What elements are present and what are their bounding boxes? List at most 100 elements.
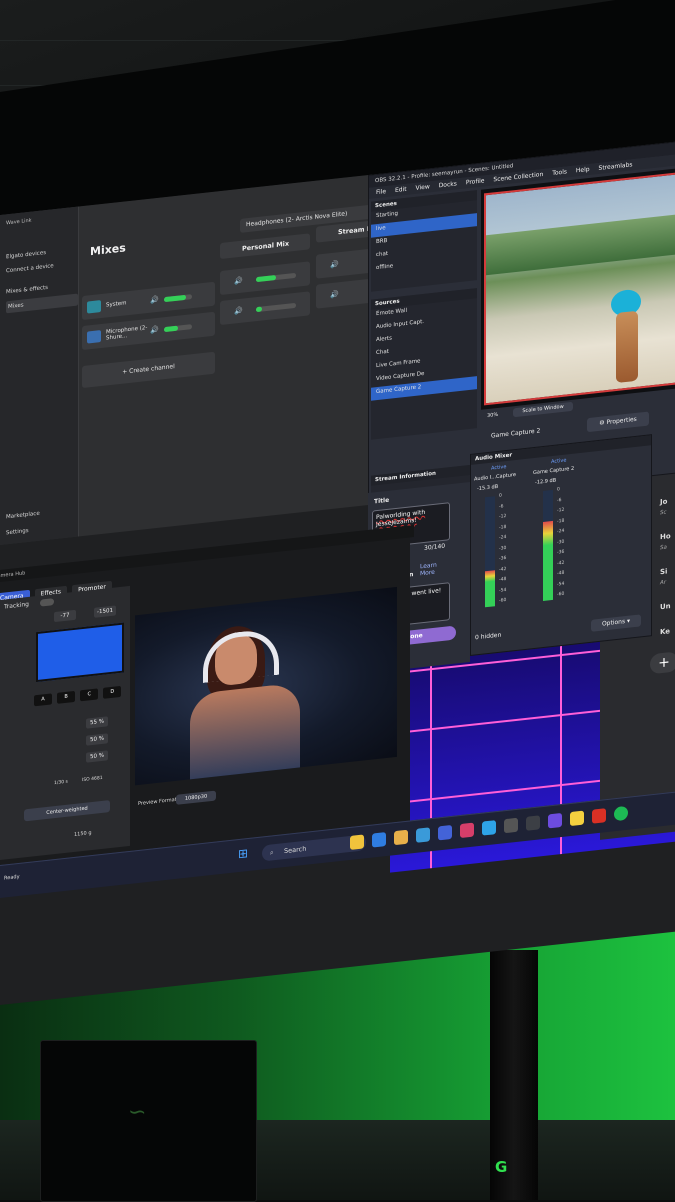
db-tick-label: -54 xyxy=(557,581,565,587)
preset-d[interactable]: D xyxy=(103,685,122,699)
status-text: Ready xyxy=(4,873,20,882)
slider-value[interactable]: 50 % xyxy=(86,750,108,763)
gmail-icon[interactable] xyxy=(592,808,606,824)
app-icon[interactable] xyxy=(526,815,540,831)
learn-more-link[interactable]: Learn More xyxy=(420,560,450,578)
game-capture-preview xyxy=(484,160,675,406)
app-title: Wave Link xyxy=(6,217,32,227)
db-tick-label: -18 xyxy=(557,518,565,524)
app-icon[interactable] xyxy=(460,822,474,839)
personal-mix-system[interactable]: 🔊 xyxy=(220,261,310,296)
db-tick-label: -12 xyxy=(557,507,565,514)
windows-start-icon[interactable]: ⊞ xyxy=(238,846,248,861)
slider-value[interactable]: 50 % xyxy=(86,733,108,746)
menu-view[interactable]: View xyxy=(416,183,430,192)
obs-icon[interactable] xyxy=(504,817,518,834)
preset-b[interactable]: B xyxy=(57,690,76,704)
db-tick-label: -36 xyxy=(557,549,565,556)
wave-link-window: Wave Link Elgato devices Connect a devic… xyxy=(0,173,386,545)
menu-streamlabs[interactable]: Streamlabs xyxy=(599,161,633,172)
zoom-y-value[interactable]: -1501 xyxy=(94,605,116,618)
channel-name: Audio I...Capture xyxy=(474,471,516,483)
channel-name: System xyxy=(106,300,127,309)
options-button[interactable]: Options ▾ xyxy=(591,614,641,632)
preset-c[interactable]: C xyxy=(80,688,99,702)
obs-preview[interactable] xyxy=(481,156,675,410)
add-button[interactable]: + xyxy=(650,651,675,675)
scenes-dock: Scenes Starting live BRB chat offline xyxy=(371,190,477,292)
webcam-preview xyxy=(135,586,397,786)
metering-dropdown[interactable]: Center-weighted xyxy=(24,800,110,822)
headphones xyxy=(203,627,279,683)
stand-logo: G xyxy=(495,1158,508,1176)
menu-file[interactable]: File xyxy=(376,188,386,196)
volume-slider[interactable] xyxy=(164,294,192,303)
menu-profile[interactable]: Profile xyxy=(466,177,485,186)
db-tick-label: -60 xyxy=(557,591,565,598)
slider-value[interactable]: 55 % xyxy=(86,716,108,729)
tracking-toggle[interactable] xyxy=(40,598,54,607)
speaker-icon[interactable]: 🔊 xyxy=(150,296,159,305)
nav-mixes-effects[interactable]: Mixes & effects xyxy=(6,285,48,296)
streamer-body xyxy=(190,682,300,785)
menu-help[interactable]: Help xyxy=(576,166,590,174)
speaker-icon[interactable]: 🔊 xyxy=(234,307,243,316)
page-title: Mixes xyxy=(90,241,126,259)
volume-slider[interactable] xyxy=(256,302,296,313)
edge-icon[interactable] xyxy=(482,820,496,836)
nav-marketplace[interactable]: Marketplace xyxy=(6,511,40,521)
speaker-icon[interactable]: 🔊 xyxy=(150,326,159,335)
app-icon[interactable] xyxy=(372,832,386,848)
speaker-icon[interactable]: 🔊 xyxy=(330,290,339,299)
settings-icon[interactable] xyxy=(416,827,430,843)
speaker-icon[interactable]: 🔊 xyxy=(234,277,243,286)
db-tick-label: 0 xyxy=(557,487,560,493)
db-tick-label: -30 xyxy=(557,539,565,545)
file-explorer-icon[interactable] xyxy=(350,834,364,850)
db-tick-label: -42 xyxy=(557,560,565,566)
preview-format-dropdown[interactable]: 1080p30 xyxy=(176,790,216,805)
photos-icon[interactable] xyxy=(438,824,452,841)
properties-label: Properties xyxy=(606,415,637,427)
title-label: Title xyxy=(374,496,390,506)
tracking-label: Tracking xyxy=(4,600,29,611)
box-logo-icon: ∽ xyxy=(128,1100,147,1125)
audio-mixer-dock: Audio Mixer Active Active Audio I...Capt… xyxy=(470,434,652,656)
microphone-icon xyxy=(87,330,101,344)
db-tick-label: -24 xyxy=(499,534,507,541)
nav-settings[interactable]: Settings xyxy=(6,528,29,536)
db-tick-label: -60 xyxy=(499,597,507,604)
spotify-icon[interactable] xyxy=(614,805,628,822)
stream-mix-microphone[interactable]: 🔊 xyxy=(316,278,376,309)
menu-edit[interactable]: Edit xyxy=(395,186,407,194)
properties-button[interactable]: ⚙ Properties xyxy=(587,411,649,433)
menu-tools[interactable]: Tools xyxy=(552,168,567,177)
menu-scene-collection[interactable]: Scene Collection xyxy=(493,171,543,183)
app-icon[interactable] xyxy=(570,810,584,827)
folder-icon[interactable] xyxy=(394,829,408,846)
framing-preview[interactable] xyxy=(36,622,124,683)
streamlabs-icon[interactable] xyxy=(548,812,562,829)
preset-a[interactable]: A xyxy=(34,693,52,707)
mix-column-label: Personal Mix xyxy=(242,239,290,253)
nav-connect-device[interactable]: Connect a device xyxy=(6,263,54,274)
db-tick-label: -24 xyxy=(557,528,565,535)
nav-elgato-devices[interactable]: Elgato devices xyxy=(6,250,46,260)
channel-name: Game Capture 2 xyxy=(533,465,575,477)
zoom-x-value[interactable]: -77 xyxy=(54,609,76,623)
island-trees xyxy=(486,202,675,276)
personal-mix-microphone[interactable]: 🔊 xyxy=(220,291,310,326)
status-badge: Active xyxy=(491,463,507,472)
menu-docks[interactable]: Docks xyxy=(439,180,457,189)
status-badge: Active xyxy=(551,457,567,466)
create-channel-button[interactable]: + Create channel xyxy=(82,351,215,389)
nav-mixes[interactable]: Mixes xyxy=(6,293,78,314)
db-tick-label: -48 xyxy=(557,570,565,577)
db-tick-label: -54 xyxy=(499,587,507,594)
speaker-icon[interactable]: 🔊 xyxy=(330,260,339,269)
db-tick-label: -12 xyxy=(499,513,507,520)
volume-slider[interactable] xyxy=(256,272,296,283)
volume-slider[interactable] xyxy=(164,324,192,333)
stream-mix-system[interactable]: 🔊 xyxy=(316,248,376,279)
gain-value: 1150 g xyxy=(74,830,92,838)
